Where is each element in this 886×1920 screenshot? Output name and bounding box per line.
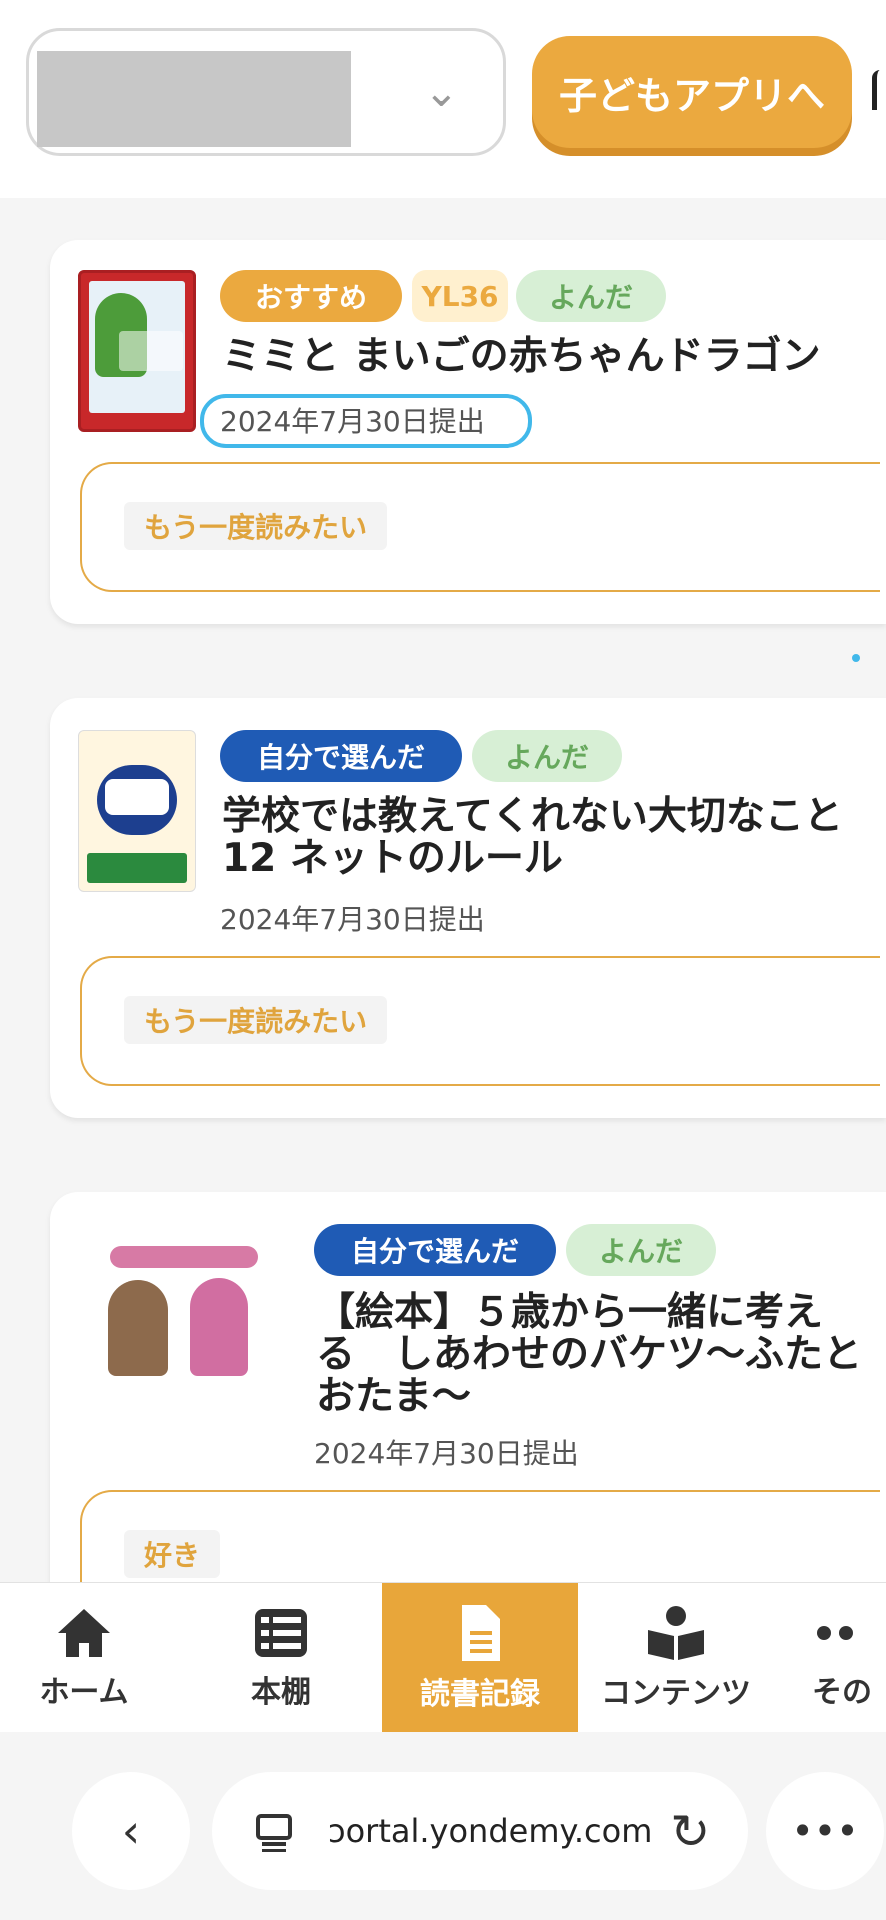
comment-tag: 好き: [124, 1530, 221, 1578]
tag-recommended: おすすめ: [220, 270, 402, 322]
more-icon: [817, 1626, 853, 1640]
scroll-indicator-dot: [852, 654, 860, 662]
child-select[interactable]: ⌄: [26, 28, 506, 156]
comment-tag: もう一度読みたい: [124, 996, 388, 1044]
book-cover[interactable]: [90, 1224, 276, 1394]
nav-label: 本棚: [251, 1675, 311, 1710]
book-title[interactable]: ミミと まいごの赤ちゃんドラゴン: [222, 336, 821, 378]
chevron-left-icon: ‹: [121, 1804, 141, 1858]
ellipsis-icon: •••: [791, 1809, 859, 1853]
bottom-nav: ホーム 本棚 読書記録 コンテンツ その: [0, 1582, 886, 1733]
comment-box[interactable]: もう一度読みたい: [80, 462, 880, 592]
cover-title-area: [105, 779, 169, 815]
submission-date: 2024年7月30日提出: [314, 1437, 579, 1470]
browser-toolbar: ‹ ɔortal.yondemy.com ↻ •••: [0, 1732, 886, 1920]
reload-icon[interactable]: ↻: [670, 1804, 710, 1860]
cover-title-area: [110, 1246, 258, 1268]
submission-date: 2024年7月30日提出: [220, 903, 485, 936]
book-title-line1[interactable]: 学校では教えてくれない大切なこと: [222, 796, 843, 838]
redacted-child-name: [37, 51, 351, 147]
more-options-button[interactable]: •••: [766, 1772, 884, 1890]
tag-read: よんだ: [516, 270, 666, 322]
tag-yl-level: YL36: [412, 270, 508, 322]
url-text: ɔortal.yondemy.com: [328, 1812, 653, 1850]
cover-figure: [190, 1278, 248, 1376]
address-bar[interactable]: ɔortal.yondemy.com ↻: [212, 1772, 748, 1890]
cover-title-area: [119, 331, 183, 371]
cover-band: [87, 853, 187, 883]
top-bar: ⌄ 子どもアプリへ: [0, 0, 886, 198]
back-button[interactable]: ‹: [72, 1772, 190, 1890]
cutoff-icon: [872, 70, 886, 110]
reader-icon: [648, 1606, 704, 1660]
date-highlight-annotation: [200, 394, 532, 448]
book-cover[interactable]: [78, 270, 196, 432]
chevron-down-icon: ⌄: [423, 67, 459, 116]
tag-read: よんだ: [566, 1224, 716, 1276]
nav-contents[interactable]: コンテンツ: [588, 1583, 764, 1733]
tag-self-selected: 自分で選んだ: [314, 1224, 556, 1276]
nav-home[interactable]: ホーム: [0, 1583, 168, 1733]
comment-tag: もう一度読みたい: [124, 502, 388, 550]
cover-figure: [108, 1280, 168, 1376]
nav-label: ホーム: [39, 1675, 129, 1710]
book-title-line3[interactable]: おたま〜: [316, 1376, 471, 1418]
book-title-line2[interactable]: 12 ネットのルール: [222, 838, 563, 880]
comment-box[interactable]: もう一度読みたい: [80, 956, 880, 1086]
nav-label: その: [812, 1675, 872, 1710]
bookshelf-icon: [255, 1609, 307, 1657]
book-cover[interactable]: [78, 730, 196, 892]
nav-label: 読書記録: [420, 1677, 540, 1712]
nav-reading-record[interactable]: 読書記録: [382, 1583, 578, 1733]
tag-self-selected: 自分で選んだ: [220, 730, 462, 782]
tag-read: よんだ: [472, 730, 622, 782]
book-title-line2[interactable]: る しあわせのバケツ〜ふたと: [316, 1334, 862, 1376]
home-icon: [58, 1609, 110, 1657]
to-child-app-button[interactable]: 子どもアプリへ: [532, 36, 852, 148]
nav-bookshelf[interactable]: 本棚: [186, 1583, 376, 1733]
tab-layout-icon: [256, 1814, 292, 1852]
document-icon: [462, 1605, 500, 1661]
nav-label: コンテンツ: [601, 1676, 751, 1711]
nav-more[interactable]: その: [812, 1583, 886, 1733]
book-title-line1[interactable]: 【絵本】５歳から一緒に考え: [316, 1292, 823, 1334]
